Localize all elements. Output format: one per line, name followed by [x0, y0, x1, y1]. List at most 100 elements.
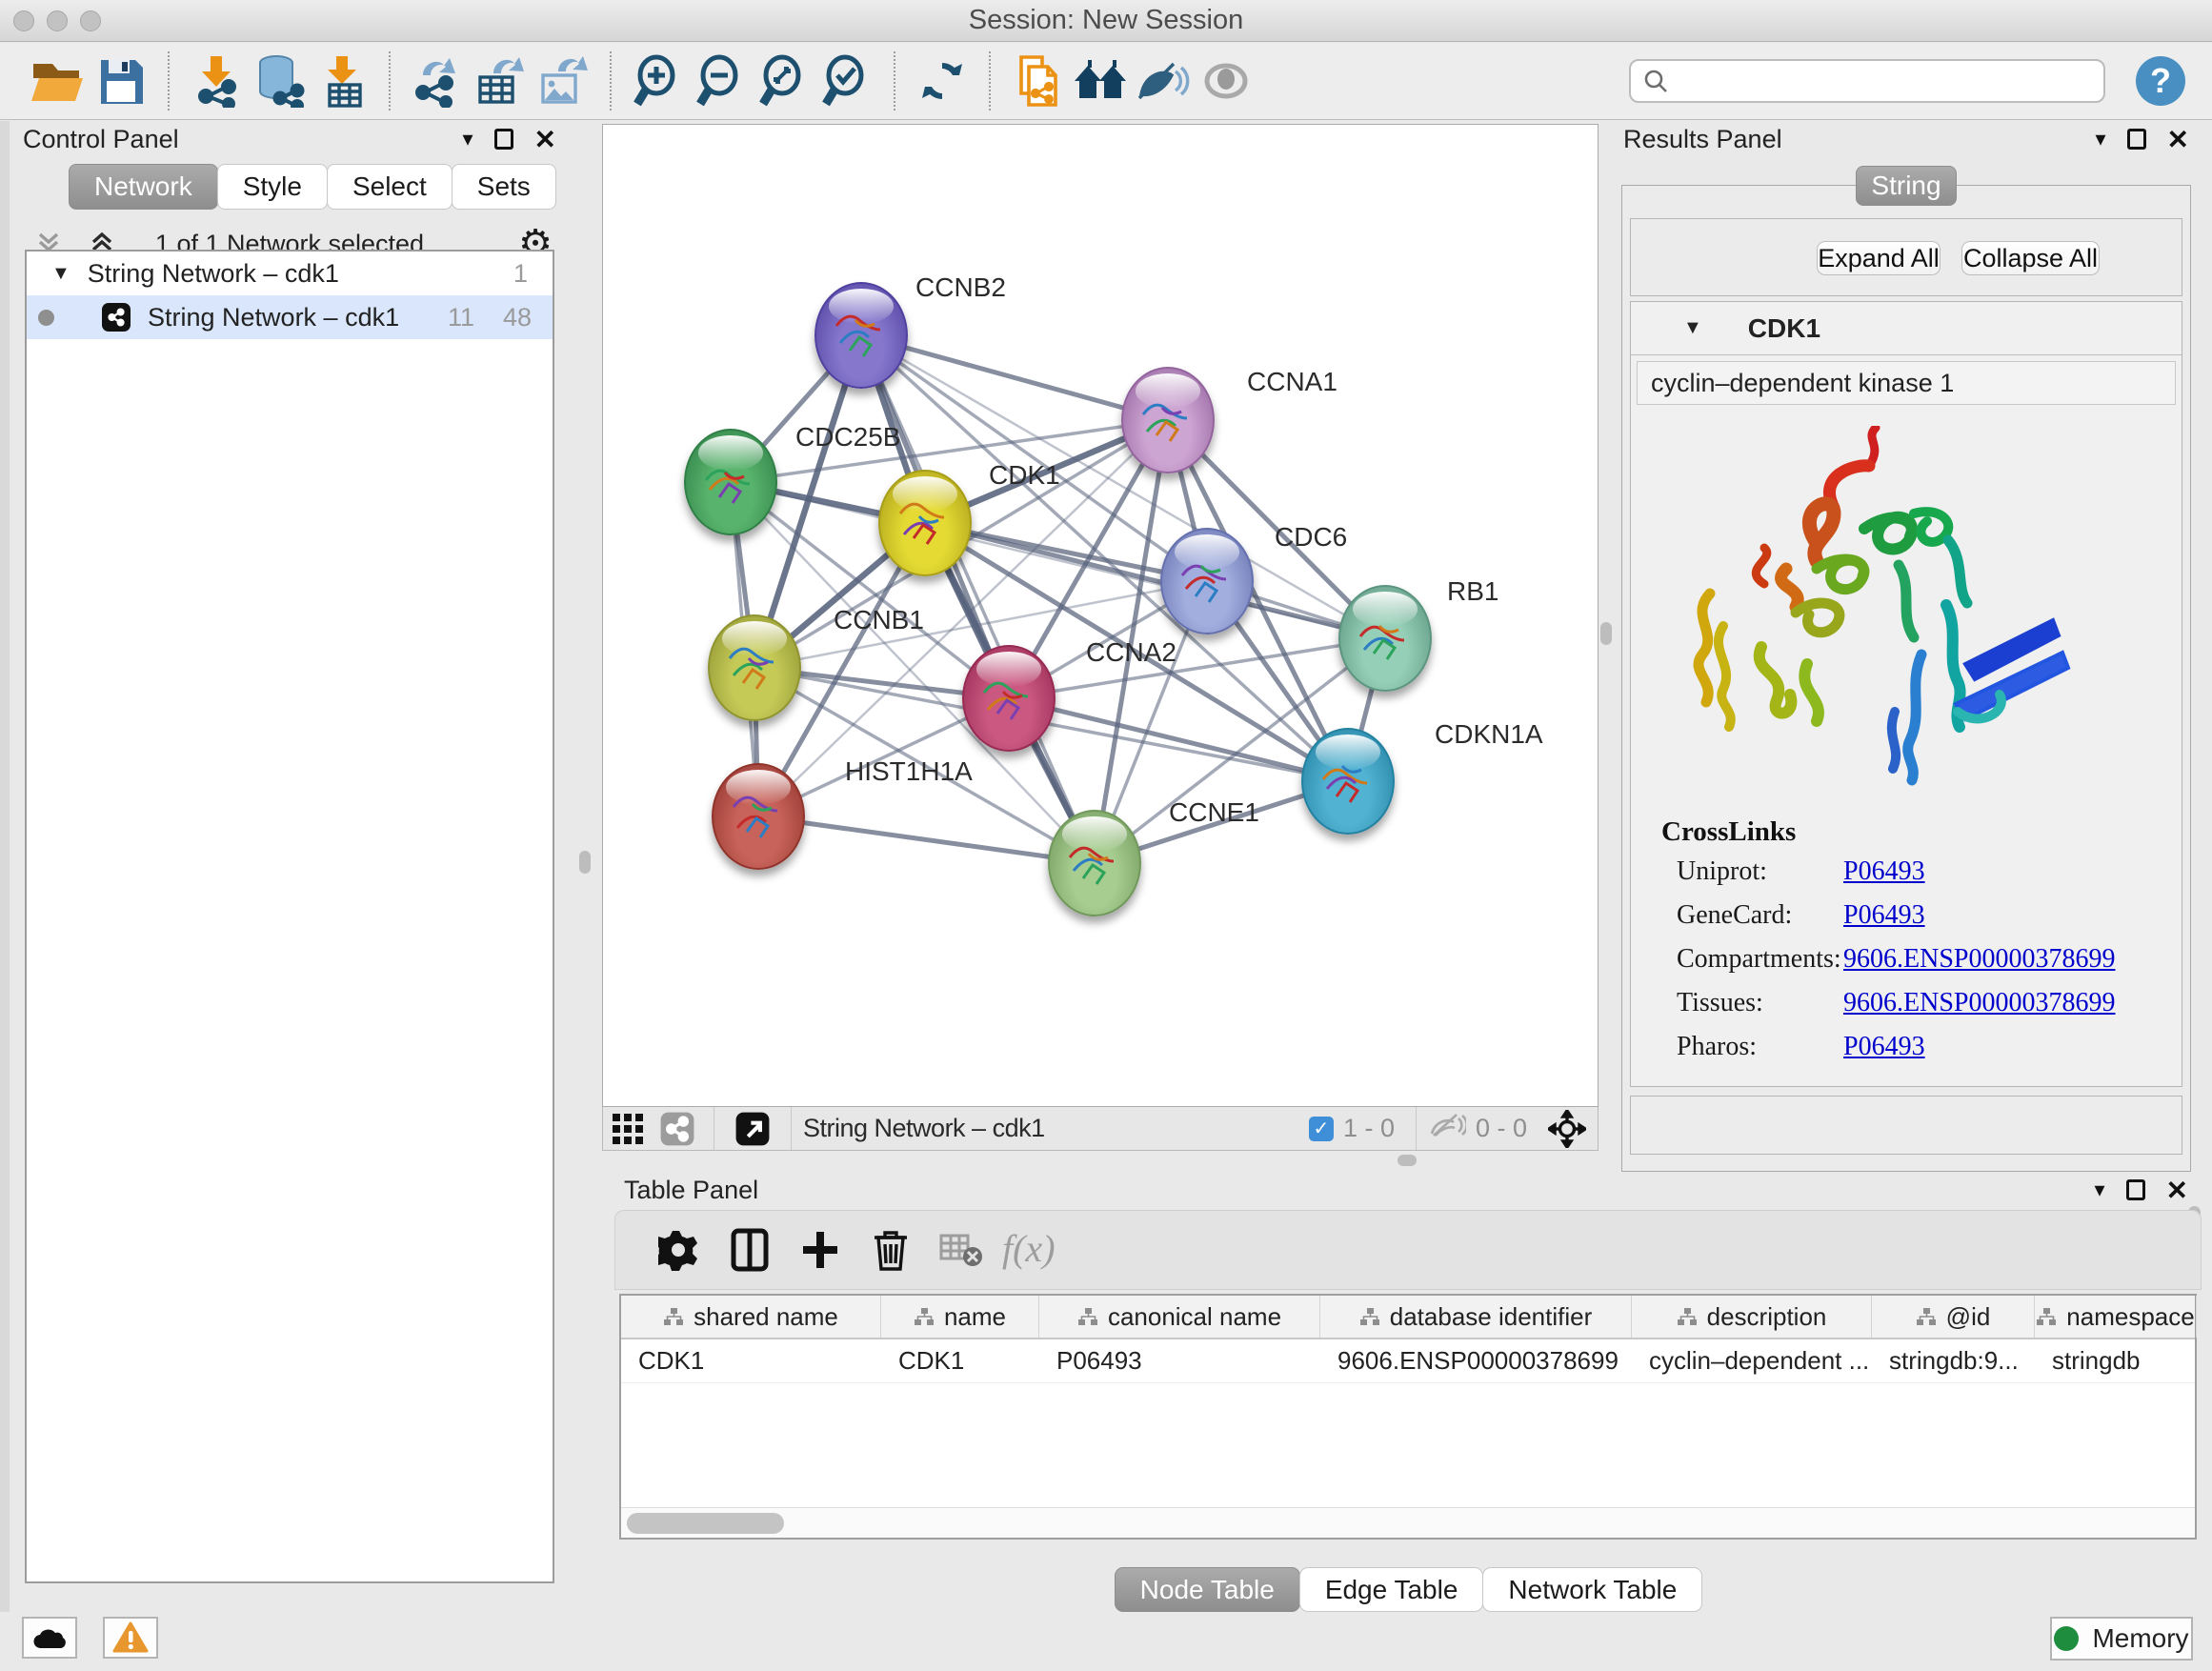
- column-header-database-identifier[interactable]: database identifier: [1320, 1296, 1632, 1338]
- show-graphics-details-button[interactable]: [1195, 50, 1257, 111]
- column-header-description[interactable]: description: [1632, 1296, 1872, 1338]
- tab-select[interactable]: Select: [327, 164, 452, 210]
- crosslink-link[interactable]: P06493: [1843, 856, 1925, 895]
- table-horizontal-scrollbar[interactable]: [621, 1507, 2195, 1538]
- network-edge[interactable]: [758, 816, 1095, 863]
- crosslink-link[interactable]: 9606.ENSP00000378699: [1843, 988, 2115, 1026]
- network-node-CDC6[interactable]: [1160, 528, 1254, 634]
- delete-table-button[interactable]: [926, 1217, 996, 1283]
- cloud-status-button[interactable]: [22, 1617, 77, 1659]
- column-header-namespace[interactable]: namespace: [2035, 1296, 2197, 1338]
- search-input[interactable]: [1669, 67, 2092, 96]
- show-columns-button[interactable]: [714, 1217, 785, 1283]
- network-node-CDK1[interactable]: [878, 470, 972, 576]
- warnings-button[interactable]: [103, 1617, 158, 1659]
- function-builder-icon: f(x): [998, 1225, 1065, 1275]
- duplicate-network-button[interactable]: [1006, 50, 1069, 111]
- column-header-canonical-name[interactable]: canonical name: [1039, 1296, 1320, 1338]
- tab-node-table[interactable]: Node Table: [1115, 1567, 1300, 1612]
- results-tab-string[interactable]: String: [1856, 166, 1957, 206]
- network-node-RB1[interactable]: [1338, 585, 1432, 692]
- table-hscroll-thumb[interactable]: [627, 1513, 784, 1534]
- table-cell[interactable]: cyclin–dependent ...: [1632, 1339, 1872, 1382]
- expand-all-button[interactable]: Expand All: [1817, 241, 1941, 275]
- home-button[interactable]: [1069, 50, 1132, 111]
- control-panel-menu-icon[interactable]: ▾: [462, 127, 473, 151]
- table-cell[interactable]: stringdb:9...: [1872, 1339, 2035, 1382]
- control-panel-float-icon[interactable]: [494, 129, 513, 150]
- network-node-CDC25B[interactable]: [684, 429, 777, 535]
- control-panel-close-icon[interactable]: ✕: [534, 124, 556, 155]
- tab-network[interactable]: Network: [69, 164, 218, 210]
- save-session-button[interactable]: [90, 50, 152, 111]
- column-header-name[interactable]: name: [881, 1296, 1039, 1338]
- tab-network-table[interactable]: Network Table: [1482, 1567, 1702, 1612]
- results-panel-menu-icon[interactable]: ▾: [2095, 127, 2105, 151]
- zoom-selected-button[interactable]: [815, 50, 878, 111]
- column-header-shared-name[interactable]: shared name: [621, 1296, 881, 1338]
- import-database-button[interactable]: [248, 50, 311, 111]
- network-node-CCNA2[interactable]: [962, 645, 1056, 752]
- birds-eye-view-icon[interactable]: [603, 1098, 653, 1159]
- search-box[interactable]: [1629, 59, 2105, 103]
- node-result-collapse-icon[interactable]: ▼: [1683, 317, 1702, 339]
- network-node-CCNB2[interactable]: [814, 282, 908, 389]
- memory-button[interactable]: Memory: [2050, 1617, 2193, 1661]
- selected-nodes-checkbox[interactable]: ✓: [1309, 1117, 1334, 1141]
- crosslink-link[interactable]: 9606.ENSP00000378699: [1843, 944, 2115, 982]
- table-panel-close-icon[interactable]: ✕: [2166, 1175, 2188, 1206]
- table-panel-float-icon[interactable]: [2126, 1179, 2145, 1200]
- column-header--id[interactable]: @id: [1872, 1296, 2035, 1338]
- delete-columns-button[interactable]: [855, 1217, 926, 1283]
- node-result-header[interactable]: ▼ CDK1: [1631, 302, 2182, 355]
- network-node-CCNE1[interactable]: [1048, 810, 1141, 916]
- zoom-out-button[interactable]: [690, 50, 753, 111]
- horizontal-splitter-handle[interactable]: [1398, 1155, 1417, 1166]
- export-network-button[interactable]: [406, 50, 469, 111]
- help-button[interactable]: ?: [2136, 56, 2185, 106]
- open-in-window-icon[interactable]: [726, 1098, 779, 1159]
- crosslink-link[interactable]: P06493: [1843, 1032, 1925, 1070]
- column-header-label: namespace: [2066, 1302, 2194, 1332]
- results-panel-float-icon[interactable]: [2127, 129, 2146, 150]
- import-table-button[interactable]: [311, 50, 373, 111]
- table-panel-menu-icon[interactable]: ▾: [2094, 1178, 2104, 1202]
- network-node-CCNA1[interactable]: [1121, 367, 1215, 473]
- function-builder-button[interactable]: f(x): [996, 1217, 1067, 1283]
- table-settings-button[interactable]: [644, 1217, 714, 1283]
- tab-edge-table[interactable]: Edge Table: [1299, 1567, 1484, 1612]
- hide-graphics-details-button[interactable]: [1132, 50, 1195, 111]
- network-row[interactable]: String Network – cdk1 11 48: [27, 295, 553, 339]
- results-panel-close-icon[interactable]: ✕: [2167, 124, 2189, 155]
- zoom-in-button[interactable]: [627, 50, 690, 111]
- table-cell[interactable]: CDK1: [881, 1339, 1039, 1382]
- table-cell[interactable]: 9606.ENSP00000378699: [1320, 1339, 1632, 1382]
- table-cell[interactable]: CDK1: [621, 1339, 881, 1382]
- import-network-button[interactable]: [185, 50, 248, 111]
- network-node-CDKN1A[interactable]: [1301, 728, 1395, 835]
- table-cell[interactable]: stringdb: [2035, 1339, 2197, 1382]
- table-settings-icon: [658, 1229, 700, 1271]
- export-table-button[interactable]: [469, 50, 532, 111]
- pan-crosshair-icon[interactable]: [1537, 1098, 1598, 1159]
- open-session-button[interactable]: [27, 50, 90, 111]
- collapse-all-button[interactable]: Collapse All: [1961, 241, 2100, 275]
- string-view-toggle-icon[interactable]: [653, 1098, 702, 1159]
- memory-status-dot: [2054, 1626, 2079, 1651]
- node-result-name: CDK1: [1748, 313, 1820, 344]
- crosslink-link[interactable]: P06493: [1843, 900, 1925, 938]
- table-cell[interactable]: P06493: [1039, 1339, 1320, 1382]
- tab-sets[interactable]: Sets: [452, 164, 556, 210]
- add-column-button[interactable]: [785, 1217, 855, 1283]
- export-image-button[interactable]: [532, 50, 594, 111]
- tab-style[interactable]: Style: [217, 164, 328, 210]
- network-collection-row[interactable]: ▼ String Network – cdk1 1: [27, 252, 553, 295]
- network-node-CCNB1[interactable]: [708, 614, 801, 721]
- left-splitter-handle[interactable]: [579, 851, 591, 874]
- network-view-canvas[interactable]: CCNB2CCNA1CDC25BCDK1CDC6RB1CCNB1CCNA2CDK…: [602, 124, 1599, 1107]
- zoom-fit-button[interactable]: [753, 50, 815, 111]
- network-node-HIST1H1A[interactable]: [712, 763, 805, 870]
- collection-expand-icon[interactable]: ▼: [51, 263, 70, 285]
- refresh-button[interactable]: [911, 50, 974, 111]
- table-row[interactable]: CDK1CDK1P064939606.ENSP00000378699cyclin…: [621, 1339, 2195, 1383]
